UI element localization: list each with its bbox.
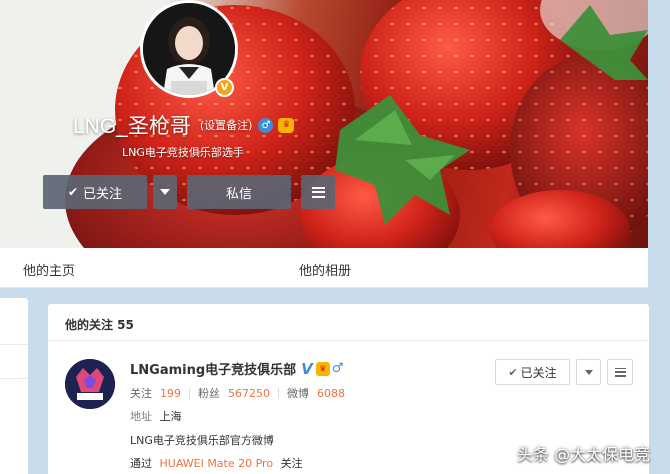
profile-name-row: LNG_圣枪哥 (设置备注) ♂ ♛ — [73, 110, 295, 140]
lng-logo-icon — [65, 359, 115, 409]
followed-button[interactable]: ✔ 已关注 — [43, 175, 147, 209]
club-follow-options-button[interactable] — [576, 359, 601, 385]
follow-source: 通过 HUAWEI Mate 20 Pro 关注 — [130, 455, 303, 471]
menu-icon — [614, 367, 626, 377]
message-button-label: 私信 — [225, 186, 252, 202]
chevron-down-icon — [160, 189, 170, 195]
club-name-row: LNGaming电子竞技俱乐部 V ♛ ♂ — [130, 359, 344, 379]
follow-options-button[interactable] — [153, 175, 177, 209]
via-prefix: 通过 — [130, 457, 152, 470]
profile-username: LNG_圣枪哥 — [73, 115, 191, 138]
address-label: 地址 — [130, 410, 152, 423]
club-followed-label: 已关注 — [520, 365, 557, 380]
followed-button-label: 已关注 — [83, 186, 123, 202]
profile-bio: LNG电子竞技俱乐部选手 — [122, 146, 244, 159]
chevron-down-icon — [584, 369, 593, 375]
club-more-menu-button[interactable] — [607, 359, 633, 385]
weibo-count[interactable]: 6088 — [317, 387, 345, 400]
divider — [189, 387, 190, 399]
address-value: 上海 — [159, 410, 182, 423]
check-icon: ✔ — [67, 185, 79, 199]
vip-crown-icon: ♛ — [315, 361, 330, 376]
watermark: 头条 @大太保电竞 — [517, 445, 651, 464]
follow-list-title: 他的关注 55 — [65, 318, 134, 332]
blue-verified-icon: V — [301, 359, 313, 378]
male-icon: ♂ — [331, 361, 344, 376]
check-icon: ✔ — [508, 365, 518, 379]
following-label: 关注 — [130, 387, 152, 400]
divider — [0, 344, 28, 345]
tab-home[interactable]: 他的主页 — [23, 260, 75, 279]
following-count[interactable]: 199 — [160, 387, 181, 400]
divider — [278, 387, 279, 399]
verified-badge-icon: V — [215, 78, 234, 97]
weibo-label: 微博 — [287, 387, 309, 400]
fans-count[interactable]: 567250 — [228, 387, 270, 400]
club-name-link[interactable]: LNGaming电子竞技俱乐部 — [130, 359, 296, 378]
club-stats: 关注 199 粉丝 567250 微博 6088 — [130, 385, 345, 401]
club-avatar[interactable] — [65, 359, 115, 409]
set-remark-link[interactable]: (设置备注) — [200, 117, 253, 133]
vip-crown-icon[interactable]: ♛ — [278, 117, 295, 133]
left-sidebar-card — [0, 298, 28, 474]
tab-album[interactable]: 他的相册 — [299, 260, 351, 279]
via-suffix: 关注 — [280, 457, 303, 470]
message-button[interactable]: 私信 — [187, 175, 291, 209]
menu-icon — [311, 186, 325, 198]
profile-cover: V LNG_圣枪哥 (设置备注) ♂ ♛ LNG电子竞技俱乐部选手 ✔ 已关注 … — [0, 0, 648, 248]
more-menu-button[interactable] — [301, 175, 335, 209]
profile-tabs: 他的主页 他的相册 — [0, 248, 648, 288]
club-address: 地址 上海 — [130, 408, 182, 424]
male-icon: ♂ — [258, 117, 274, 133]
divider — [0, 378, 28, 379]
via-device-link[interactable]: HUAWEI Mate 20 Pro — [160, 457, 274, 470]
fans-label: 粉丝 — [198, 387, 220, 400]
divider — [48, 340, 649, 341]
club-followed-button[interactable]: ✔ 已关注 — [495, 359, 570, 385]
club-description: LNG电子竞技俱乐部官方微博 — [130, 434, 274, 447]
